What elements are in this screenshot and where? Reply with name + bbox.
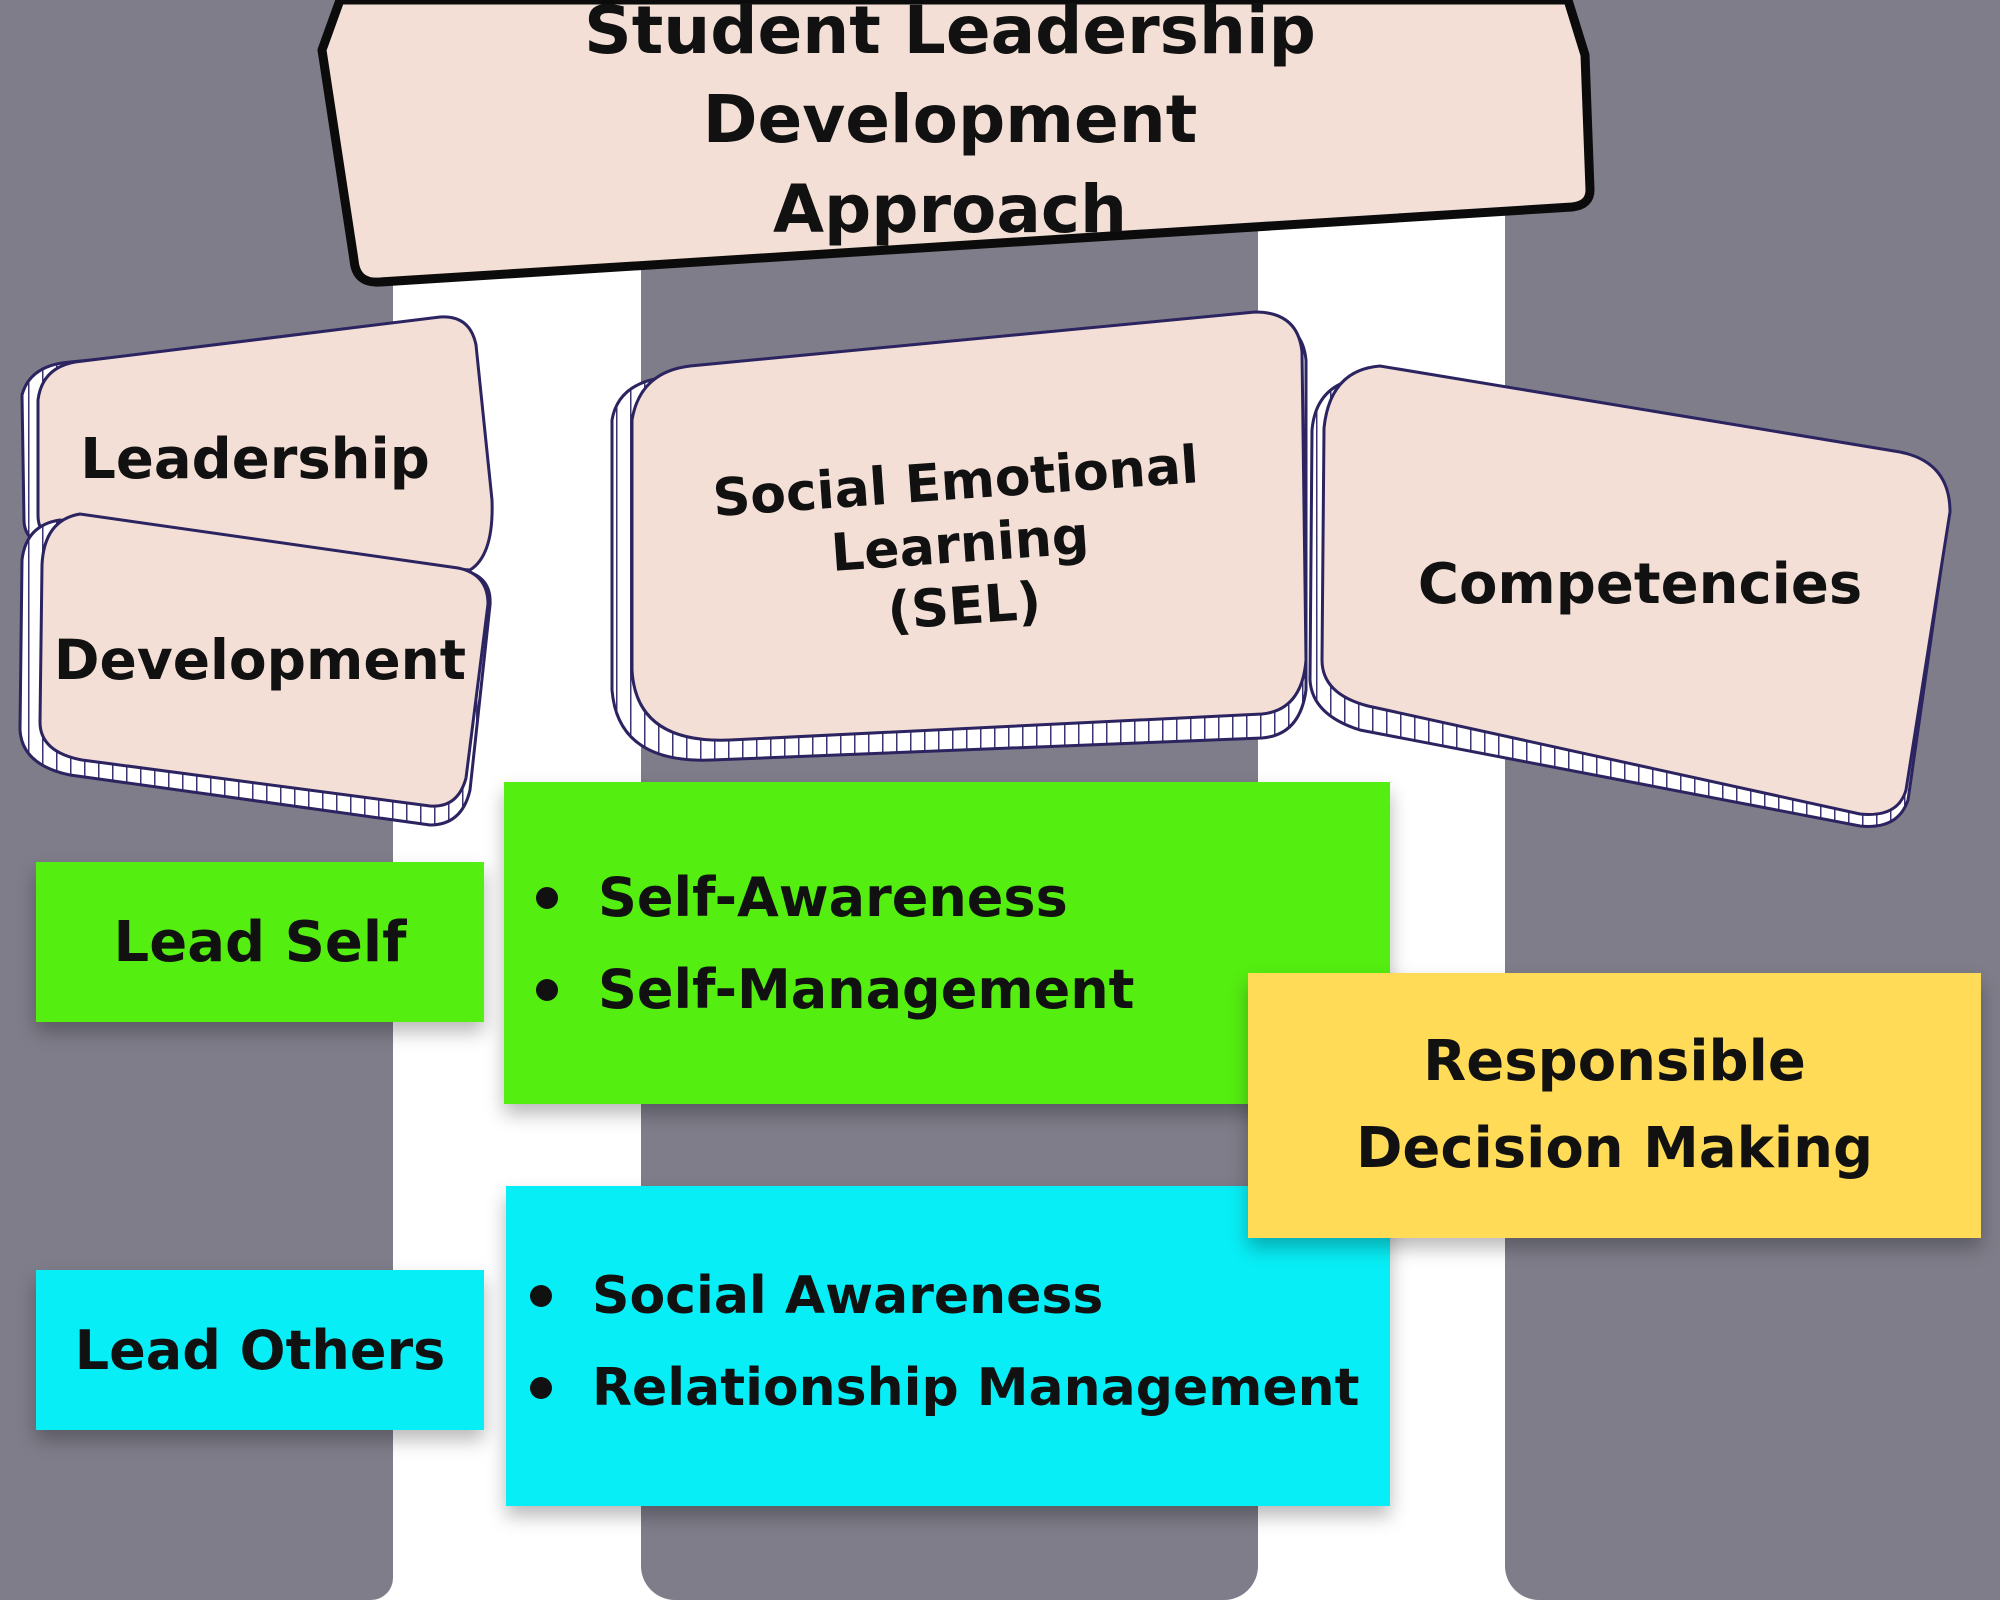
responsible-line-2: Decision Making (1355, 1115, 1874, 1181)
list-item-relationship-management: Relationship Management (528, 1342, 1360, 1434)
self-competencies-list: Self-Awareness Self-Management (534, 852, 1134, 1036)
responsible-line-1: Responsible (1423, 1028, 1806, 1094)
leadership-label: Leadership (80, 427, 430, 493)
responsible-decision-making-label: Responsible Decision Making (1248, 973, 1981, 1238)
list-item-social-awareness: Social Awareness (528, 1250, 1360, 1342)
lead-self-label: Lead Self (113, 909, 407, 975)
lead-others-label: Lead Others (74, 1318, 446, 1382)
list-item-self-awareness: Self-Awareness (534, 852, 1134, 944)
responsible-decision-making-box: Responsible Decision Making (1248, 973, 1981, 1238)
diagram-title-line-1: Student Leadership Development (584, 0, 1316, 159)
sel-label: Social Emotional Learning (SEL) (671, 381, 1250, 709)
lead-self-box: Lead Self (36, 862, 484, 1022)
diagram-title: Student Leadership Development Approach (340, 0, 1560, 248)
competencies-label: Competencies (1417, 552, 1863, 618)
diagram-title-line-2: Approach (772, 170, 1128, 248)
sel-label-line-3: (SEL) (885, 571, 1044, 643)
social-competencies-list: Social Awareness Relationship Management (528, 1250, 1360, 1434)
list-item-self-management: Self-Management (534, 944, 1134, 1036)
lead-others-box: Lead Others (36, 1270, 484, 1430)
development-label: Development (53, 628, 467, 692)
